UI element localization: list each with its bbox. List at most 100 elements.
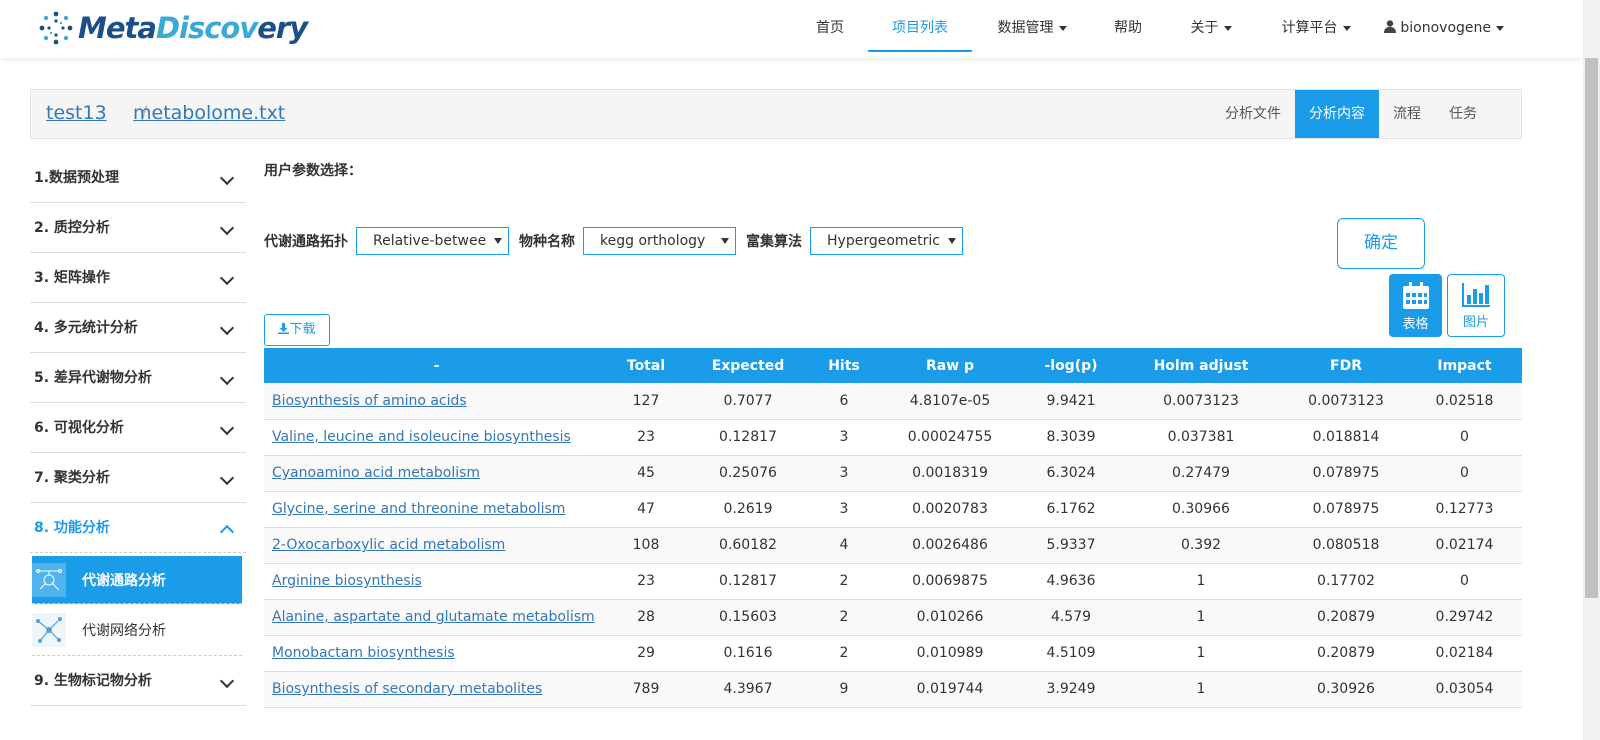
cell-raw-p: 0.0018319 bbox=[875, 455, 1025, 492]
col-header-total[interactable]: Total bbox=[609, 348, 683, 383]
tab-tasks[interactable]: 任务 bbox=[1435, 90, 1521, 138]
cell-holm-adjust: 0.0073123 bbox=[1117, 383, 1285, 420]
table-body: Biosynthesis of amino acids 127 0.7077 6 4.8… bbox=[264, 383, 1522, 708]
col-header-hits[interactable]: Hits bbox=[813, 348, 875, 383]
cell-name: Arginine biosynthesis bbox=[264, 563, 609, 600]
username: bionovogene bbox=[1400, 20, 1492, 36]
col-header-fdr[interactable]: FDR bbox=[1285, 348, 1407, 383]
nav-user-menu[interactable]: bionovogene bbox=[1378, 0, 1510, 52]
sidebar-item-label: 7. 聚类分析 bbox=[34, 470, 110, 486]
sidebar-item-qc[interactable]: 2. 质控分析 bbox=[30, 203, 246, 253]
col-header-impact[interactable]: Impact bbox=[1407, 348, 1522, 383]
pathway-link[interactable]: Cyanoamino acid metabolism bbox=[272, 465, 480, 481]
nav-data-management[interactable]: 数据管理 bbox=[988, 0, 1076, 52]
cell-name: Monobactam biosynthesis bbox=[264, 635, 609, 672]
cell-hits: 2 bbox=[813, 563, 875, 600]
cell-name: Cyanoamino acid metabolism bbox=[264, 455, 609, 492]
cell-name: Biosynthesis of secondary metabolites bbox=[264, 671, 609, 708]
chevron-down-icon bbox=[219, 170, 235, 186]
sidebar-subitem-network-analysis[interactable]: 代谢网络分析 bbox=[32, 604, 242, 656]
cell-name: Valine, leucine and isoleucine biosynthe… bbox=[264, 419, 609, 456]
cell-hits: 3 bbox=[813, 419, 875, 456]
pathway-link[interactable]: Biosynthesis of amino acids bbox=[272, 393, 467, 409]
col-header-neg-log-p[interactable]: -log(p) bbox=[1025, 348, 1117, 383]
cell-holm-adjust: 1 bbox=[1117, 671, 1285, 708]
table-view-button[interactable]: 表格 bbox=[1389, 274, 1442, 337]
brand-logo[interactable]: MetaDiscovery bbox=[36, 8, 308, 48]
topology-select[interactable]: Relative-betwee bbox=[356, 227, 509, 255]
page-scrollbar[interactable] bbox=[1583, 0, 1600, 740]
cell-holm-adjust: 1 bbox=[1117, 599, 1285, 636]
enrich-select[interactable]: Hypergeometric bbox=[810, 227, 963, 255]
calendar-icon bbox=[1402, 282, 1429, 309]
table-row: Monobactam biosynthesis 29 0.1616 2 0.010989… bbox=[264, 635, 1522, 672]
cell-fdr: 0.080518 bbox=[1285, 527, 1407, 564]
cell-holm-adjust: 0.037381 bbox=[1117, 419, 1285, 456]
confirm-button[interactable]: 确定 bbox=[1337, 218, 1425, 269]
species-value: kegg orthology bbox=[600, 233, 706, 249]
nav-about-label: 关于 bbox=[1190, 20, 1219, 36]
cell-total: 108 bbox=[609, 527, 683, 564]
scrollbar-thumb[interactable] bbox=[1585, 58, 1598, 598]
sidebar-item-label: 6. 可视化分析 bbox=[34, 420, 124, 436]
breadcrumb-file-link[interactable]: metabolome.txt bbox=[133, 102, 285, 124]
cell-hits: 2 bbox=[813, 599, 875, 636]
content-tabs: 分析文件 分析内容 流程 任务 bbox=[1211, 90, 1521, 138]
col-header-holm-adjust[interactable]: Holm adjust bbox=[1117, 348, 1285, 383]
cell-raw-p: 0.0020783 bbox=[875, 491, 1025, 528]
sidebar-item-label: 4. 多元统计分析 bbox=[34, 320, 138, 336]
sidebar-item-label: 2. 质控分析 bbox=[34, 220, 110, 236]
pathway-link[interactable]: 2-Oxocarboxylic acid metabolism bbox=[272, 537, 505, 553]
pathway-link[interactable]: Biosynthesis of secondary metabolites bbox=[272, 681, 542, 697]
sidebar-item-matrix[interactable]: 3. 矩阵操作 bbox=[30, 253, 246, 303]
sidebar-item-differential[interactable]: 5. 差异代谢物分析 bbox=[30, 353, 246, 403]
table-row: Biosynthesis of amino acids 127 0.7077 6 4.8… bbox=[264, 383, 1522, 420]
subitem-label: 代谢通路分析 bbox=[82, 572, 166, 589]
table-row: Cyanoamino acid metabolism 45 0.25076 3 0.00… bbox=[264, 455, 1522, 492]
cell-fdr: 0.0073123 bbox=[1285, 383, 1407, 420]
sidebar-item-biomarker[interactable]: 9. 生物标记物分析 bbox=[30, 656, 246, 706]
sidebar-subitem-pathway-analysis[interactable]: 代谢通路分析 bbox=[32, 556, 242, 604]
col-header-name[interactable]: - bbox=[264, 348, 609, 383]
nav-compute-platform[interactable]: 计算平台 bbox=[1272, 0, 1360, 52]
sidebar-item-visualization[interactable]: 6. 可视化分析 bbox=[30, 403, 246, 453]
pathway-link[interactable]: Glycine, serine and threonine metabolism bbox=[272, 501, 565, 517]
cell-impact: 0.02174 bbox=[1407, 527, 1522, 564]
tab-analysis-content[interactable]: 分析内容 bbox=[1295, 90, 1379, 138]
cell-fdr: 0.17702 bbox=[1285, 563, 1407, 600]
sidebar-item-preprocessing[interactable]: 1.数据预处理 bbox=[30, 153, 246, 203]
nav-about[interactable]: 关于 bbox=[1182, 0, 1240, 52]
pathway-link[interactable]: Alanine, aspartate and glutamate metabol… bbox=[272, 609, 595, 625]
breadcrumb-project-link[interactable]: test13 bbox=[46, 102, 107, 124]
top-navbar: MetaDiscovery 首页 项目列表 数据管理 帮助 关于 计算平台 bi… bbox=[0, 0, 1583, 58]
cell-holm-adjust: 1 bbox=[1117, 563, 1285, 600]
topology-label: 代谢通路拓扑 bbox=[264, 234, 348, 250]
pathway-link[interactable]: Monobactam biosynthesis bbox=[272, 645, 455, 661]
sidebar-item-multivariate[interactable]: 4. 多元统计分析 bbox=[30, 303, 246, 353]
pathway-link[interactable]: Valine, leucine and isoleucine biosynthe… bbox=[272, 429, 571, 445]
col-header-expected[interactable]: Expected bbox=[683, 348, 813, 383]
nav-home[interactable]: 首页 bbox=[806, 0, 854, 52]
tab-analysis-files[interactable]: 分析文件 bbox=[1211, 90, 1295, 138]
chevron-down-icon bbox=[219, 320, 235, 336]
download-button[interactable]: 下载 bbox=[264, 314, 330, 346]
sidebar-item-functional[interactable]: 8. 功能分析 bbox=[30, 503, 246, 553]
cell-expected: 4.3967 bbox=[683, 671, 813, 708]
nav-project-list[interactable]: 项目列表 bbox=[868, 0, 972, 52]
cell-hits: 4 bbox=[813, 527, 875, 564]
species-select[interactable]: kegg orthology bbox=[583, 227, 736, 255]
col-header-raw-p[interactable]: Raw p bbox=[875, 348, 1025, 383]
nav-help[interactable]: 帮助 bbox=[1104, 0, 1152, 52]
table-row: Biosynthesis of secondary metabolites 789… bbox=[264, 671, 1522, 708]
cell-raw-p: 0.010989 bbox=[875, 635, 1025, 672]
tab-workflow[interactable]: 流程 bbox=[1379, 90, 1435, 138]
sidebar-item-label: 3. 矩阵操作 bbox=[34, 270, 110, 286]
cell-expected: 0.2619 bbox=[683, 491, 813, 528]
image-view-button[interactable]: 图片 bbox=[1447, 274, 1505, 337]
cell-impact: 0.02184 bbox=[1407, 635, 1522, 672]
brand-part2-end: ery bbox=[257, 11, 308, 45]
pathway-link[interactable]: Arginine biosynthesis bbox=[272, 573, 422, 589]
sidebar-item-label: 1.数据预处理 bbox=[34, 170, 120, 186]
sidebar-item-clustering[interactable]: 7. 聚类分析 bbox=[30, 453, 246, 503]
cell-total: 127 bbox=[609, 383, 683, 420]
